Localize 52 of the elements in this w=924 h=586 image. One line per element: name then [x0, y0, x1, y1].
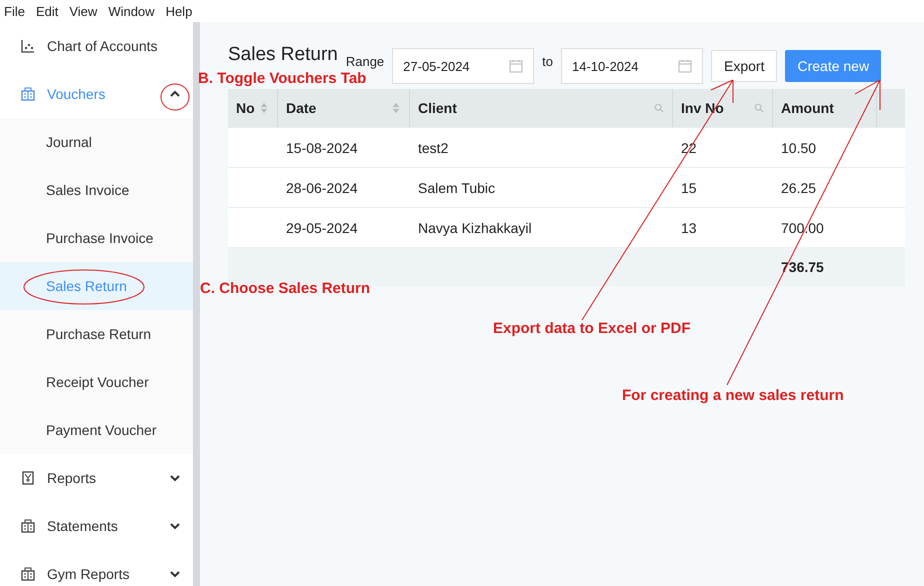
range-label: Range: [346, 54, 384, 69]
sort-icon[interactable]: [259, 102, 269, 114]
annotation-label: C. Choose Sales Return: [200, 280, 370, 297]
annotation-label: For creating a new sales return: [622, 387, 844, 404]
building-icon: [21, 87, 35, 101]
table-cell: 28-06-2024: [286, 180, 358, 196]
table-cell: 10.50: [781, 140, 816, 156]
menu-item[interactable]: Edit: [36, 4, 58, 18]
chart-icon: [21, 39, 35, 53]
menu-item[interactable]: File: [4, 4, 25, 18]
date-field[interactable]: 14-10-2024: [561, 48, 703, 84]
table-cell: test2: [418, 140, 448, 156]
highlight-ellipse: [160, 84, 190, 110]
table-cell: 15-08-2024: [286, 140, 358, 156]
search-icon[interactable]: [754, 102, 764, 114]
building-icon: [21, 519, 35, 533]
sidebar-subitem[interactable]: Sales Invoice: [0, 166, 193, 214]
table-cell: 26.25: [781, 180, 816, 196]
sidebar-subitem[interactable]: Receipt Voucher: [0, 358, 193, 406]
calendar-icon: [678, 59, 692, 73]
sidebar-item[interactable]: Reports: [0, 454, 193, 502]
report-icon: [21, 471, 35, 485]
export-button[interactable]: Export: [711, 50, 778, 82]
column-header[interactable]: No: [236, 100, 255, 116]
page-title: Sales Return: [228, 45, 338, 65]
building-icon: [21, 567, 35, 581]
sort-icon[interactable]: [391, 102, 401, 114]
table-cell: Salem Tubic: [418, 180, 496, 196]
scrollbar[interactable]: [193, 22, 200, 586]
sidebar-subitem[interactable]: Journal: [0, 118, 193, 166]
sidebar-subitem[interactable]: Payment Voucher: [0, 406, 193, 454]
column-header[interactable]: Client: [418, 100, 457, 116]
sidebar-subitem[interactable]: Purchase Return: [0, 310, 193, 358]
annotation-label: B. Toggle Vouchers Tab: [198, 70, 366, 87]
sidebar-item[interactable]: Chart of Accounts: [0, 22, 193, 70]
calendar-icon: [509, 59, 524, 73]
sidebar-item[interactable]: Gym Reports: [0, 550, 193, 586]
column-header[interactable]: Amount: [781, 100, 834, 116]
to-label: to: [542, 54, 553, 69]
column-header[interactable]: Date: [286, 100, 316, 116]
menu-item[interactable]: Window: [108, 4, 155, 18]
table-cell: 13: [681, 220, 697, 236]
table-cell: Navya Kizhakkayil: [418, 220, 532, 236]
annotation-label: Export data to Excel or PDF: [493, 320, 691, 337]
date-field[interactable]: 27-05-2024: [392, 48, 534, 84]
sidebar-subitem[interactable]: Purchase Invoice: [0, 214, 193, 262]
table-cell: 15: [681, 180, 697, 196]
search-icon[interactable]: [654, 102, 664, 114]
menu-item[interactable]: View: [69, 4, 98, 18]
table-cell: 29-05-2024: [286, 220, 358, 236]
menu-item[interactable]: Help: [166, 4, 192, 18]
sidebar-item[interactable]: Statements: [0, 502, 193, 550]
